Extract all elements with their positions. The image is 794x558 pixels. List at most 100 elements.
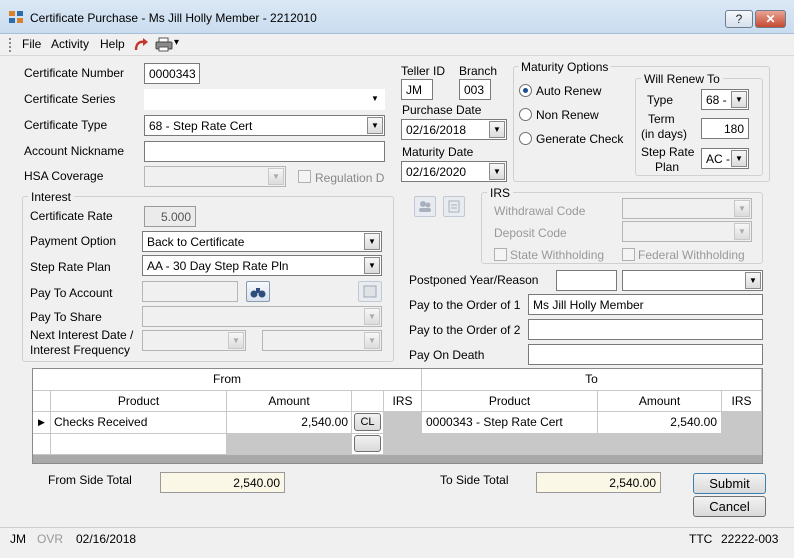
chevron-down-icon[interactable]: ▼ <box>731 150 747 167</box>
new-row-button[interactable] <box>354 435 381 452</box>
chevron-down-icon[interactable]: ▼ <box>489 121 505 138</box>
to-irs-cell[interactable] <box>722 412 762 434</box>
maturity-date-field[interactable]: 02/16/2020 ▼ <box>401 161 507 182</box>
chevron-down-icon[interactable]: ▼ <box>731 91 747 108</box>
step-rate-plan-select[interactable]: AA - 30 Day Step Rate Pln ▼ <box>142 255 382 276</box>
withdrawal-code-select[interactable]: ▼ <box>622 198 752 219</box>
state-withholding-checkbox[interactable] <box>494 248 507 261</box>
notes-button[interactable] <box>443 196 465 217</box>
new-to-amount-cell[interactable] <box>598 434 722 455</box>
chevron-down-icon[interactable]: ▼ <box>367 91 383 108</box>
term-label: Term <box>648 112 675 126</box>
account-nickname-field[interactable] <box>144 141 385 162</box>
chevron-down-icon[interactable]: ▼ <box>364 257 380 274</box>
generate-check-label: Generate Check <box>536 132 624 146</box>
binoculars-icon <box>250 288 266 298</box>
chevron-down-icon[interactable]: ▼ <box>734 223 750 240</box>
renew-step-rate-select[interactable]: AC - ▼ <box>701 148 749 169</box>
certificate-type-label: Certificate Type <box>24 118 108 132</box>
pay-to-share-select[interactable]: ▼ <box>142 306 382 327</box>
chevron-down-icon[interactable]: ▼ <box>367 117 383 134</box>
pay-on-death-field[interactable] <box>528 344 763 365</box>
menu-file[interactable]: File <box>22 37 41 51</box>
postponed-year-field[interactable] <box>556 270 617 291</box>
next-interest-date-field[interactable]: ▼ <box>142 330 246 351</box>
generate-check-radio[interactable] <box>519 132 532 145</box>
non-renew-label: Non Renew <box>536 108 599 122</box>
grid-from-button-header <box>352 391 384 412</box>
to-product-cell[interactable]: 0000343 - Step Rate Cert <box>422 412 598 434</box>
grid-from-header: From <box>33 369 422 391</box>
grid-to-irs-header[interactable]: IRS <box>722 391 762 412</box>
people-button[interactable] <box>414 196 436 217</box>
interest-frequency-label: Interest Frequency <box>30 343 131 357</box>
chevron-down-icon[interactable]: ▼ <box>228 332 244 349</box>
chevron-down-icon[interactable]: ▼ <box>364 233 380 250</box>
menu-activity[interactable]: Activity <box>51 37 89 51</box>
search-account-button[interactable] <box>246 281 270 302</box>
chevron-down-icon[interactable]: ▼ <box>745 272 761 289</box>
grid-from-amount-header[interactable]: Amount <box>227 391 352 412</box>
pay-to-account-field[interactable] <box>142 281 238 302</box>
auto-renew-label: Auto Renew <box>536 84 602 98</box>
term-field[interactable]: 180 <box>701 118 749 139</box>
certificate-series-select[interactable]: ▼ <box>144 89 385 110</box>
payment-option-select[interactable]: Back to Certificate ▼ <box>142 231 382 252</box>
pay-order-2-field[interactable] <box>528 319 763 340</box>
to-amount-cell[interactable]: 2,540.00 <box>598 412 722 434</box>
from-irs-cell[interactable] <box>384 412 422 434</box>
postponed-reason-select[interactable]: ▼ <box>622 270 763 291</box>
grid-from-irs-header[interactable]: IRS <box>384 391 422 412</box>
auto-renew-radio[interactable] <box>519 84 532 97</box>
chevron-down-icon[interactable]: ▼ <box>364 308 380 325</box>
pay-order-1-field[interactable]: Ms Jill Holly Member <box>528 294 763 315</box>
printer-icon[interactable] <box>155 37 173 52</box>
pay-order-1-label: Pay to the Order of 1 <box>409 298 521 312</box>
certificate-number-field[interactable]: 0000343 <box>144 63 200 84</box>
redo-icon[interactable] <box>133 37 149 52</box>
federal-withholding-checkbox[interactable] <box>622 248 635 261</box>
printer-dropdown-icon[interactable]: ▾ <box>174 37 179 48</box>
close-button[interactable]: ✕ <box>755 10 786 28</box>
new-from-product-cell[interactable] <box>51 434 227 455</box>
purchase-date-label: Purchase Date <box>402 103 482 117</box>
from-product-cell[interactable]: Checks Received <box>51 412 227 434</box>
to-side-total-label: To Side Total <box>440 473 509 487</box>
from-amount-cell[interactable]: 2,540.00 <box>227 412 352 434</box>
new-to-irs-cell[interactable] <box>722 434 762 455</box>
menu-help[interactable]: Help <box>100 37 125 51</box>
new-from-amount-cell[interactable] <box>227 434 352 455</box>
account-lookup-button[interactable] <box>358 281 382 302</box>
chevron-down-icon[interactable]: ▼ <box>489 163 505 180</box>
cancel-button[interactable]: Cancel <box>693 496 766 517</box>
chevron-down-icon[interactable]: ▼ <box>364 332 380 349</box>
new-to-product-cell[interactable] <box>422 434 598 455</box>
cl-button[interactable]: CL <box>354 413 381 431</box>
renew-type-value: 68 - <box>706 93 727 107</box>
submit-button[interactable]: Submit <box>693 473 766 494</box>
non-renew-radio[interactable] <box>519 108 532 121</box>
deposit-code-label: Deposit Code <box>494 226 567 240</box>
hsa-coverage-select[interactable]: ▼ <box>144 166 286 187</box>
new-from-irs-cell[interactable] <box>384 434 422 455</box>
grid-to-product-header[interactable]: Product <box>422 391 598 412</box>
grid-to-amount-header[interactable]: Amount <box>598 391 722 412</box>
purchase-date-field[interactable]: 02/16/2018 ▼ <box>401 119 507 140</box>
help-button[interactable]: ? <box>725 10 753 28</box>
deposit-code-select[interactable]: ▼ <box>622 221 752 242</box>
certificate-type-select[interactable]: 68 - Step Rate Cert ▼ <box>144 115 385 136</box>
renew-plan-label: Plan <box>655 160 680 174</box>
teller-id-field[interactable]: JM <box>401 79 433 100</box>
regulation-d-checkbox[interactable] <box>298 170 311 183</box>
interest-frequency-select[interactable]: ▼ <box>262 330 382 351</box>
hsa-coverage-label: HSA Coverage <box>24 169 104 183</box>
chevron-down-icon[interactable]: ▼ <box>268 168 284 185</box>
status-ttc-label: TTC <box>689 532 713 546</box>
branch-field[interactable]: 003 <box>459 79 491 100</box>
people-icon <box>419 201 431 212</box>
chevron-down-icon[interactable]: ▼ <box>734 200 750 217</box>
grid-from-product-header[interactable]: Product <box>51 391 227 412</box>
status-date: 02/16/2018 <box>76 532 137 546</box>
renew-type-select[interactable]: 68 - ▼ <box>701 89 749 110</box>
from-cl-cell: CL <box>352 412 384 434</box>
